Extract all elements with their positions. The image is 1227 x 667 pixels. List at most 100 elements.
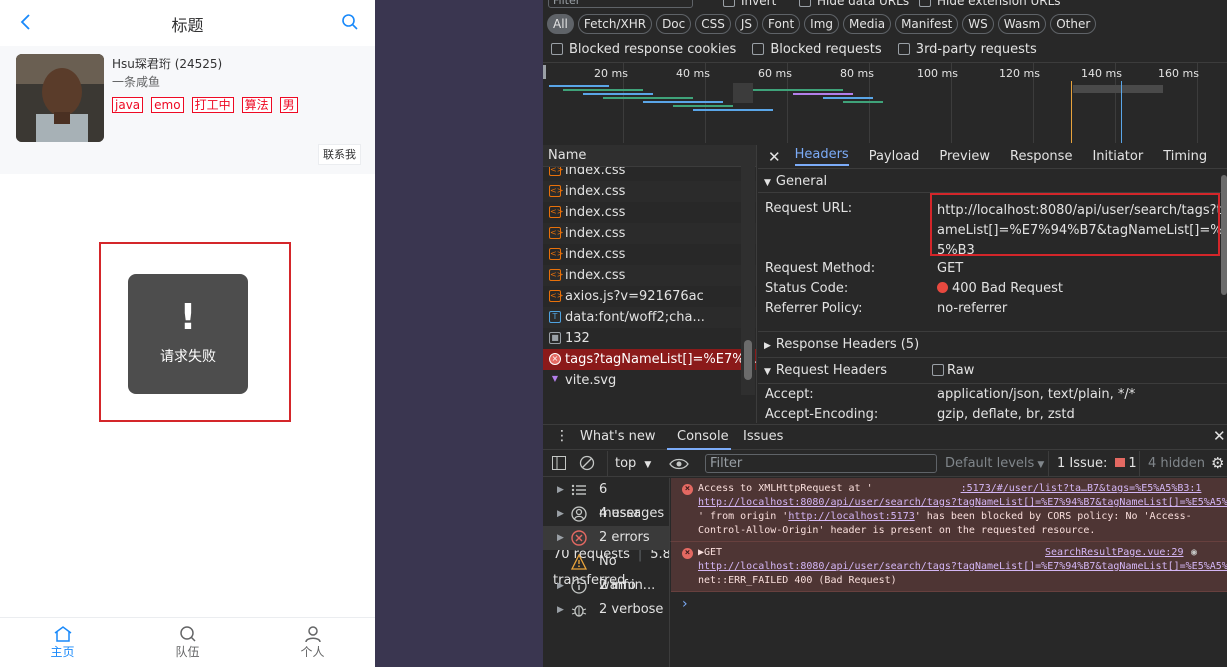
font-icon: T [549,311,561,323]
third-party-checkbox[interactable]: 3rd-party requests [897,42,1037,57]
message-text: Access to XMLHttpRequest at ' [698,483,873,494]
request-row[interactable]: ▼ vite.svg [543,370,756,391]
source-link[interactable]: :5173/#/user/list?ta…B7&tags=%E5%A5%B3:1 [961,483,1202,494]
request-row[interactable]: ■ 132 [543,328,756,349]
tab-home[interactable]: 主页 [0,618,125,667]
sidebar-item-user-messages[interactable]: ▶ 4 user me... [543,502,669,545]
invert-checkbox[interactable]: Invert [723,0,776,8]
sidebar-item-label: 2 errors [599,530,650,545]
request-headers-header[interactable]: ▼ Request Headers Raw [758,358,1227,384]
filter-chip-ws[interactable]: WS [962,14,994,34]
tab-issues[interactable]: Issues [743,429,783,444]
request-url-link[interactable]: http://localhost:8080/api/user/search/ta… [698,496,1227,510]
console-error-message[interactable]: × Access to XMLHttpRequest at ':5173/#/u… [671,478,1227,542]
settings-gear-icon[interactable]: ⚙ [1211,454,1224,472]
scrollbar-thumb[interactable] [744,340,752,380]
issues-counter[interactable]: 1 Issue: 1 [1057,456,1137,471]
network-filter-input[interactable]: Filter [548,0,693,8]
sidebar-item-errors[interactable]: ▶ 2 errors [543,526,669,550]
request-row[interactable]: <> index.css [543,181,756,202]
request-row[interactable]: <> index.css [543,202,756,223]
request-row[interactable]: <> index.css [543,167,756,181]
general-section-header[interactable]: ▼ General [758,171,1227,193]
status-code-value: 400 Bad Request [937,281,1063,296]
request-row-error[interactable]: × tags?tagNameList[]=%E7%9... [543,349,756,370]
filter-chip-all[interactable]: All [547,14,574,34]
context-selector[interactable]: top ▼ [615,456,651,471]
tab-initiator[interactable]: Initiator [1092,149,1143,164]
filter-chip-manifest[interactable]: Manifest [895,14,959,34]
sidebar-item-warnings[interactable]: No warnin... [543,550,669,593]
column-header-name[interactable]: Name [543,145,756,167]
close-icon[interactable]: ✕ [768,148,781,166]
tag: 男 [279,97,298,113]
console-filter-input[interactable]: Filter [705,454,937,473]
stylesheet-icon: <> [549,167,563,176]
hide-data-urls-checkbox[interactable]: Hide data URLs [799,0,909,8]
more-icon[interactable]: ⋮ [555,428,569,444]
sidebar-item-info[interactable]: ▶ 2 info [543,574,669,598]
console-error-message[interactable]: × ▶GET SearchResultPage.vue:29 ◉ http://lo… [671,542,1227,592]
clear-console-icon[interactable] [579,455,595,471]
tab-preview[interactable]: Preview [939,149,990,164]
sidebar-item-verbose[interactable]: ▶ 2 verbose [543,598,669,622]
tag: java [112,97,144,113]
filter-chip-fetch[interactable]: Fetch/XHR [577,14,653,34]
filter-chip-other[interactable]: Other [1050,14,1097,34]
request-row[interactable]: <> index.css [543,223,756,244]
stylesheet-icon: <> [549,248,564,260]
tab-payload[interactable]: Payload [869,149,920,164]
filter-chip-css[interactable]: CSS [695,14,731,34]
filter-chip-img[interactable]: Img [804,14,840,34]
search-icon[interactable] [341,13,359,31]
tab-timing[interactable]: Timing [1163,149,1207,164]
network-timeline-overview[interactable]: 20 ms 40 ms 60 ms 80 ms 100 ms 120 ms 14… [543,62,1227,143]
request-name: index.css [565,247,626,262]
source-link[interactable]: SearchResultPage.vue:29 [1045,546,1183,560]
origin-link[interactable]: http://localhost:5173 [788,511,914,522]
filter-chip-doc[interactable]: Doc [656,14,692,34]
request-row[interactable]: <> index.css [543,265,756,286]
tab-profile[interactable]: 个人 [250,618,375,667]
request-list-scrollbar[interactable] [741,145,755,395]
contact-button[interactable]: 联系我 [318,144,361,165]
timeline-bars [543,65,1163,143]
close-drawer-icon[interactable]: ✕ [1213,427,1226,445]
tab-team[interactable]: 队伍 [125,618,250,667]
status-text: 400 Bad Request [952,281,1064,296]
log-levels-dropdown[interactable]: Default levels ▼ [945,456,1044,471]
blocked-requests-checkbox[interactable]: Blocked requests [752,42,882,57]
tab-headers[interactable]: Headers [794,147,849,166]
request-row[interactable]: Tdata:font/woff2;cha... [543,307,756,328]
detail-scrollbar[interactable] [1221,175,1227,295]
divider [607,451,608,477]
filter-chip-wasm[interactable]: Wasm [997,14,1047,34]
console-prompt[interactable]: › [671,592,1227,612]
request-name: index.css [565,268,626,283]
triangle-right-icon: ▶ [764,341,771,351]
user-name: Hsu琛君珩 (24525) [112,57,223,71]
sidebar-item-messages[interactable]: ▶ 6 messages [543,478,669,521]
eye-icon[interactable] [669,457,689,471]
stylesheet-icon: <> [549,269,564,281]
hide-extension-urls-checkbox[interactable]: Hide extension URLs [919,0,1061,8]
tab-response[interactable]: Response [1010,149,1072,164]
request-url-link[interactable]: http://localhost:8080/api/user/search/ta… [698,560,1227,574]
raw-checkbox[interactable]: Raw [932,358,974,384]
script-icon: <> [549,290,564,302]
filter-chip-font[interactable]: Font [762,14,801,34]
detail-tabs: ✕ Headers Payload Preview Response Initi… [758,145,1227,169]
response-headers-header[interactable]: ▶ Response Headers (5) [758,332,1227,358]
tab-console[interactable]: Console [677,429,729,444]
request-row[interactable]: <> axios.js?v=921676ac [543,286,756,307]
request-row[interactable]: <> index.css [543,244,756,265]
tab-whats-new[interactable]: What's new [580,429,656,444]
request-detail-panel: ✕ Headers Payload Preview Response Initi… [758,145,1227,423]
message-line: ▶GET SearchResultPage.vue:29 ◉ [698,546,1227,560]
filter-chip-js[interactable]: JS [734,14,759,34]
user-card[interactable]: Hsu琛君珩 (24525) 一条咸鱼 java emo 打工中 算法 男 联系… [0,46,375,174]
filter-chip-media[interactable]: Media [843,14,892,34]
blocked-cookies-checkbox[interactable]: Blocked response cookies [551,42,736,57]
sidebar-toggle-icon[interactable] [552,456,566,470]
network-request-list: Name <> index.css <> index.css <> index.css… [543,145,757,588]
